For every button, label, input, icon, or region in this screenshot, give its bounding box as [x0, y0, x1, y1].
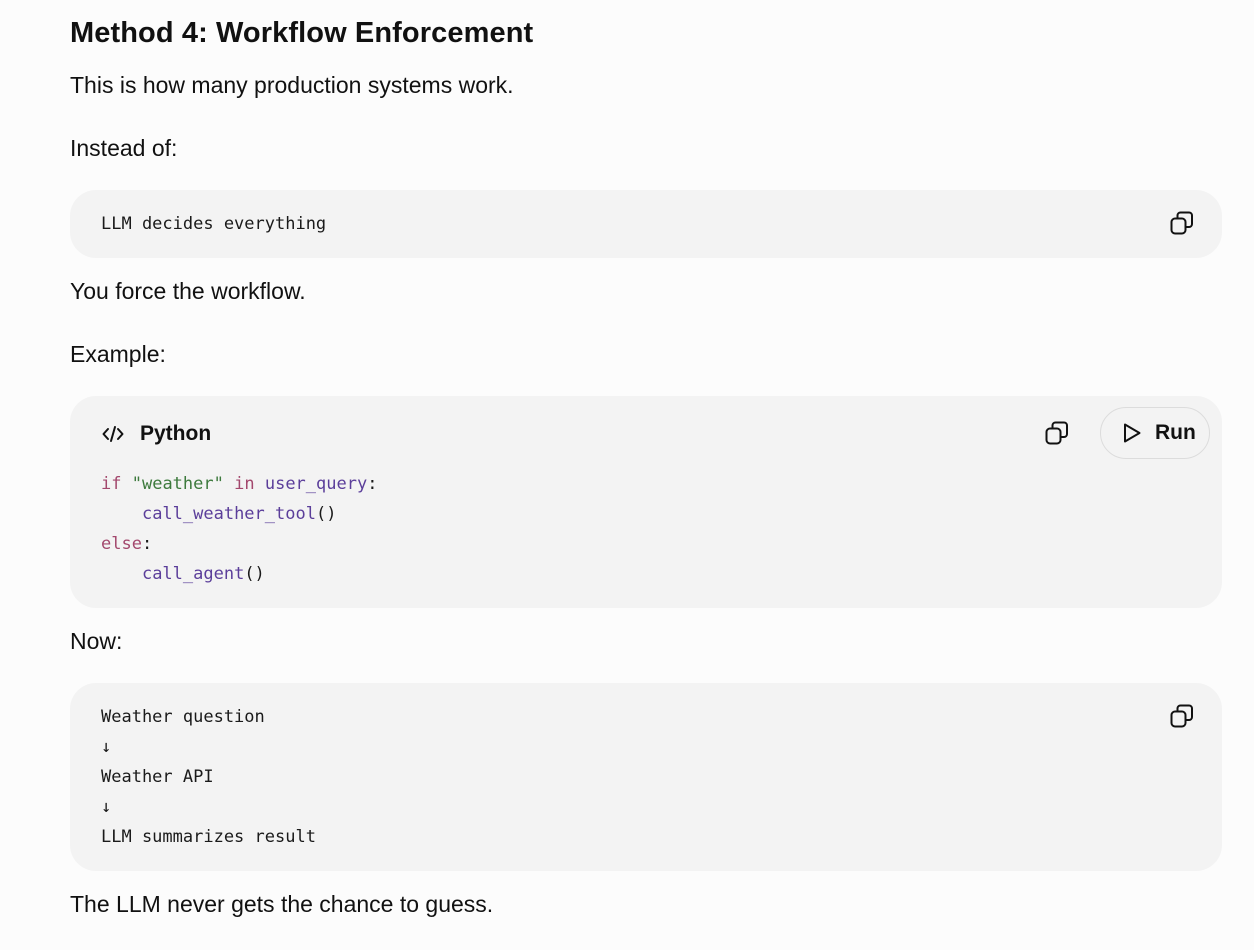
code-token-identifier: call_weather_tool [141, 504, 316, 524]
code-token-keyword: else [101, 534, 142, 554]
copy-icon [1170, 211, 1193, 235]
code-token-keyword: in [234, 474, 255, 494]
code-icon [102, 426, 124, 442]
code-token-identifier: user_query [264, 474, 368, 494]
copy-button[interactable] [1165, 206, 1199, 240]
run-label: Run [1155, 421, 1196, 444]
code-token-punct: () [315, 504, 337, 524]
language-label: Python [140, 422, 212, 445]
code-line: if "weather" in user_query: [101, 469, 377, 499]
code-token-identifier: call_agent [141, 564, 245, 584]
code-token-keyword: if [101, 474, 122, 494]
copy-button[interactable] [1165, 699, 1199, 733]
run-button[interactable]: Run [1100, 407, 1210, 459]
code-token-punct: : [141, 534, 153, 554]
code-token-punct: : [367, 474, 378, 494]
code-block-workflow: Weather question ↓ Weather API ↓ LLM sum… [70, 683, 1222, 871]
play-icon [1124, 423, 1141, 443]
code-line: ↓ [101, 797, 112, 817]
code-line: ↓ [101, 737, 112, 757]
code-block-python: Python Run if "weather" in user_query: c… [70, 396, 1222, 608]
force-workflow-paragraph: You force the workflow. [70, 278, 306, 304]
page: Method 4: Workflow Enforcement This is h… [0, 0, 1254, 950]
section-heading: Method 4: Workflow Enforcement [70, 17, 534, 49]
now-paragraph: Now: [70, 628, 123, 654]
copy-icon [1170, 704, 1193, 728]
intro-paragraph: This is how many production systems work… [70, 72, 514, 98]
code-token-punct: () [244, 564, 265, 584]
code-block-llm-decides: LLM decides everything [70, 190, 1222, 258]
copy-button[interactable] [1040, 416, 1074, 450]
code-line: LLM decides everything [101, 214, 327, 234]
closing-paragraph: The LLM never gets the chance to guess. [70, 891, 494, 917]
instead-of-paragraph: Instead of: [70, 135, 178, 161]
code-line: LLM summarizes result [101, 827, 316, 847]
example-paragraph: Example: [70, 341, 166, 367]
code-line: Weather API [101, 767, 214, 787]
code-token-string: "weather" [131, 474, 224, 494]
code-line: call_agent() [101, 559, 265, 589]
copy-icon [1045, 421, 1068, 445]
code-line: Weather question [101, 707, 265, 727]
code-line: else: [101, 529, 152, 559]
code-line: call_weather_tool() [101, 499, 336, 529]
